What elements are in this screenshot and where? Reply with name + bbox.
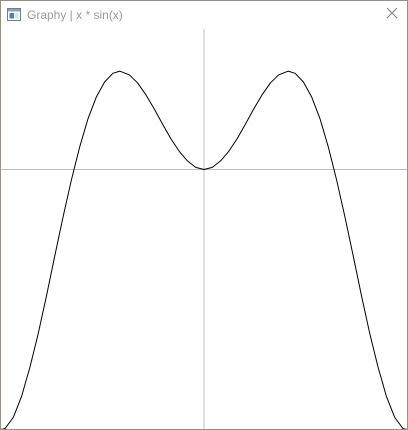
- close-button[interactable]: [377, 1, 407, 29]
- graph-window-icon: [7, 8, 21, 21]
- title-bar[interactable]: Graphy | x * sin(x): [1, 1, 407, 29]
- graph-canvas[interactable]: [1, 29, 407, 429]
- close-icon: [386, 6, 398, 24]
- plot-svg: [1, 29, 407, 429]
- graph-window: Graphy | x * sin(x): [0, 0, 408, 430]
- window-title: Graphy | x * sin(x): [27, 8, 123, 22]
